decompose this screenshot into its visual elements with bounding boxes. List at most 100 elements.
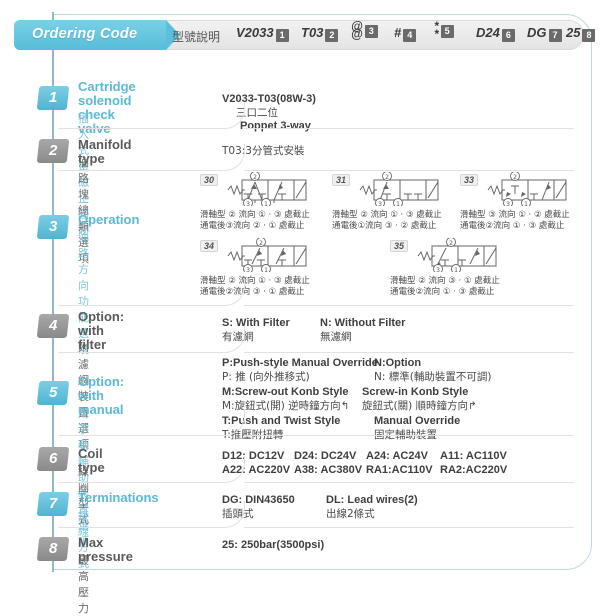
valve-symbol-id-31: 31 [332, 174, 351, 186]
code-segment-4: #4 [394, 24, 417, 42]
code-value-7: DG [527, 25, 547, 41]
code-index-6: 6 [501, 29, 515, 42]
termination-dl-en: DL: Lead wires(2) [326, 494, 418, 506]
code-segment-8: 25 8 [566, 24, 596, 42]
row-content-4: S: With Filter 有濾網 N: Without Filter 無濾網 [222, 317, 423, 344]
svg-text:1: 1 [454, 267, 458, 272]
manual-option-group-p: P:Push-style Manual Override P: 推 (向外推移式… [222, 357, 491, 384]
page-title: Ordering Code [32, 26, 138, 42]
svg-text:3: 3 [436, 267, 440, 272]
svg-text:1: 1 [396, 201, 400, 206]
valve-caption-31-line1: 滑軸型 ② 流向 ① ‧ ③ 處截止 [332, 210, 442, 220]
valve-schematic-30: 2 3 1 [227, 172, 307, 206]
valve-symbol-id-35: 35 [390, 240, 409, 252]
row-separator-6a [58, 482, 210, 483]
code-index-7: 7 [548, 29, 562, 42]
row-separator-5b [244, 435, 574, 436]
code-value-4: # [394, 25, 402, 41]
valve-caption-35-line1: 滑軸型 ② 流向 ③ ‧ ① 處截止 [390, 276, 500, 286]
row-badge-7: 7 [36, 492, 70, 516]
coil-row-dc: D12: DC12V D24: DC24V A24: AC24V A11: AC… [222, 450, 507, 462]
row-label-cn-8: 最高壓力 [78, 554, 89, 615]
valve-symbol-id-30: 30 [200, 174, 219, 186]
svg-text:2: 2 [385, 174, 389, 181]
svg-text:3: 3 [246, 267, 250, 272]
row-badge-2: 2 [36, 139, 70, 163]
filter-option-n-cn: 無濾網 [320, 331, 352, 343]
code-index-5: 5 [440, 25, 454, 38]
svg-text:3: 3 [506, 201, 510, 206]
row-separator-2b [244, 170, 574, 171]
svg-text:1: 1 [264, 201, 268, 206]
svg-text:3: 3 [246, 201, 250, 206]
manual-screwin-cn: 旋鈕式(關) 順時鐘方向↱ [362, 400, 477, 412]
code-segment-5: * * 5 [434, 18, 454, 41]
svg-text:2: 2 [253, 174, 257, 181]
manual-n-cn: N: 標準(輔助裝置不可調) [374, 371, 492, 383]
filter-option-n: N: Without Filter 無濾網 [320, 317, 405, 344]
coil-row-ac: A22: AC220V A38: AC380V RA1:AC110V RA2:A… [222, 464, 507, 476]
coil-a38: A38: AC380V [294, 464, 363, 476]
svg-text:1: 1 [264, 267, 268, 272]
row-separator-4a [58, 352, 210, 353]
max-pressure-value: 25: 250bar(3500psi) [222, 539, 325, 551]
row-content-8: 25: 250bar(3500psi) [222, 539, 324, 551]
valve-caption-31-line2: 通電後①流向 ③ ‧ ② 處截止 [332, 221, 437, 231]
svg-text:2: 2 [449, 240, 453, 247]
coil-a11: A11: AC110V [440, 450, 507, 462]
valve-caption-33-line1: 滑軸型 ③ 流向 ① ‧ ② 處截止 [460, 210, 570, 220]
manual-n-en: N:Option [374, 357, 422, 369]
manual-p-cn: P: 推 (向外推移式) [222, 371, 310, 383]
code-segment-6: D24 6 [476, 24, 515, 42]
termination-dl: DL: Lead wires(2) 出線2條式 [326, 494, 418, 521]
valve-caption-30-line2: 通電後③流向 ② ‧ ① 處截止 [200, 221, 305, 231]
code-segment-2: T03 2 [301, 24, 339, 42]
manual-option-group-t: T:Push and Twist Style T:推壓附扭轉 Manual Ov… [222, 415, 491, 442]
valve-schematic-31: 2 3 1 [359, 172, 439, 206]
row-separator-1b [244, 128, 574, 129]
row-separator-3a [58, 305, 210, 306]
manual-m-en: M:Screw-out Konb Style [222, 386, 349, 398]
row-label-en-7: Terminations [78, 490, 159, 505]
svg-text:2: 2 [259, 240, 263, 247]
row-badge-5: 5 [36, 381, 70, 405]
code-value-5: * * [434, 18, 439, 41]
row-badge-4: 4 [36, 314, 70, 338]
row-separator-6b [244, 482, 574, 483]
coil-a24: A24: AC24V [366, 450, 428, 462]
code-segment-7: DG 7 [527, 24, 562, 42]
valve-type-en: Poppet 3-way [240, 120, 311, 132]
ordering-code-header: Ordering Code 型號說明 V2033 1 T03 2 @ @3 #4 * *… [14, 18, 596, 50]
coil-ra2: RA2:AC220V [440, 464, 508, 476]
manual-option-group-m: M:Screw-out Konb Style M:旋鈕式(開) 逆時鐘方向↰ S… [222, 386, 491, 413]
termination-dl-cn: 出線2條式 [326, 508, 375, 520]
row-separator-7b [244, 527, 574, 528]
row-label-en-3: Operation [78, 212, 140, 227]
valve-symbol-id-34: 34 [200, 240, 219, 252]
filter-option-n-en: N: Without Filter [320, 317, 406, 329]
code-index-4: 4 [403, 29, 417, 42]
row-badge-8: 8 [36, 537, 70, 561]
code-index-8: 8 [582, 29, 596, 42]
code-segment-3: @ @3 [351, 20, 378, 40]
row-content-7: DG: DIN43650 插頭式 DL: Lead wires(2) 出線2條式 [222, 494, 436, 521]
row-badge-1: 1 [36, 86, 70, 110]
row-separator-2a [58, 170, 210, 171]
valve-caption-30-line1: 滑軸型 ② 流向 ① ‧ ③ 處截止 [200, 210, 310, 220]
row-separator-7a [58, 527, 210, 528]
svg-text:2: 2 [513, 174, 517, 181]
code-index-3: 3 [364, 25, 378, 38]
page-title-cn: 型號說明 [172, 30, 221, 44]
valve-caption-35-line2: 通電後②流向 ① ‧ ③ 處截止 [390, 287, 495, 297]
code-value-8: 25 [566, 25, 581, 41]
valve-schematic-35: 2 3 1 [417, 238, 497, 272]
code-index-1: 1 [275, 29, 289, 42]
svg-text:3: 3 [378, 201, 382, 206]
valve-caption-33-line2: 通電後②流向 ① ‧ ③ 處截止 [460, 221, 565, 231]
code-segment-1: V2033 1 [236, 24, 289, 42]
code-value-6: D24 [476, 25, 500, 41]
row-badge-3: 3 [36, 215, 70, 239]
valve-schematic-34: 2 3 1 [227, 238, 307, 272]
manual-p-en: P:Push-style Manual Override [222, 357, 378, 369]
svg-text:1: 1 [524, 201, 528, 206]
